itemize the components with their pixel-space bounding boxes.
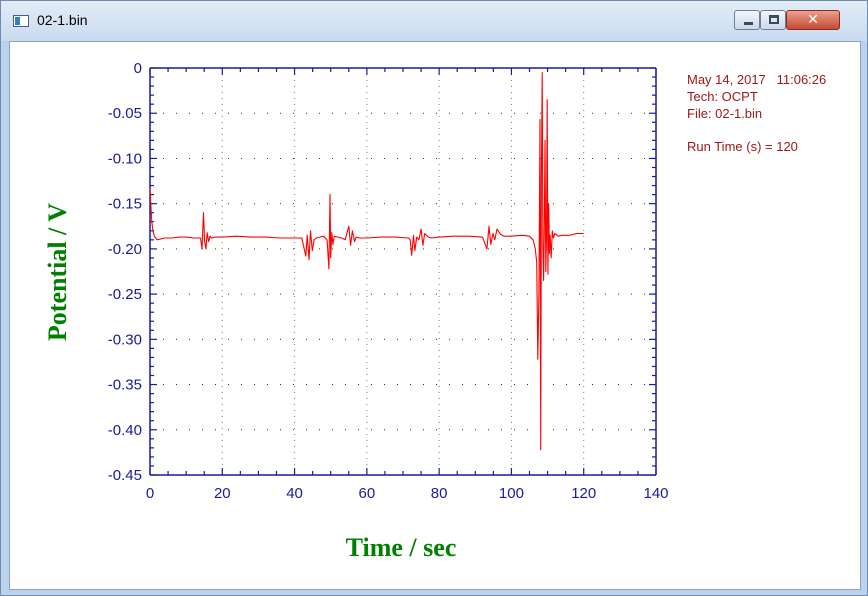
y-tick-label: -0.05 (108, 105, 142, 122)
x-tick-label: 140 (643, 485, 668, 502)
y-tick-label: -0.45 (108, 467, 142, 484)
maximize-icon (761, 11, 785, 29)
y-tick-label: -0.15 (108, 196, 142, 213)
grid (150, 68, 656, 475)
potential-series-line (149, 71, 584, 451)
maximize-button[interactable] (760, 10, 786, 30)
x-tick-label: 0 (146, 485, 154, 502)
file-label: File: 02-1.bin (687, 106, 763, 121)
x-tick-label: 100 (499, 485, 524, 502)
axes (149, 67, 657, 476)
application-window: 02-1.bin ✕ 0 20 40 60 80 100 120 140 0 -0.05 -0.10… (0, 0, 868, 596)
run-date-time: May 14, 2017 11:06:26 (687, 72, 827, 87)
run-time-label: Run Time (s) = 120 (687, 139, 798, 154)
y-tick-label: -0.40 (108, 422, 142, 439)
chart: 0 20 40 60 80 100 120 140 0 -0.05 -0.10 -0.15 -0.20 -… (43, 60, 669, 562)
tick-labels: 0 20 40 60 80 100 120 140 0 -0.05 -0.10 -0.15 -0.20 -… (108, 60, 669, 502)
y-tick-label: -0.10 (108, 150, 142, 167)
title-bar[interactable]: 02-1.bin ✕ (1, 1, 867, 41)
tick-marks (149, 67, 657, 476)
y-axis-label: Potential / V (43, 203, 72, 341)
y-tick-label: -0.25 (108, 286, 142, 303)
window-title: 02-1.bin (37, 12, 88, 28)
y-tick-label: 0 (134, 60, 142, 77)
y-tick-label: -0.30 (108, 331, 142, 348)
y-tick-label: -0.35 (108, 377, 142, 394)
x-tick-label: 60 (359, 485, 376, 502)
plot-area: 0 20 40 60 80 100 120 140 0 -0.05 -0.10 -0.15 -0.20 -… (9, 41, 861, 590)
x-tick-label: 40 (286, 485, 303, 502)
minimize-icon (735, 11, 759, 29)
y-tick-label: -0.20 (108, 241, 142, 258)
x-tick-label: 20 (214, 485, 231, 502)
minimize-button[interactable] (734, 10, 760, 30)
x-tick-label: 120 (571, 485, 596, 502)
close-button[interactable]: ✕ (786, 10, 840, 30)
series (149, 71, 584, 451)
x-tick-label: 80 (431, 485, 448, 502)
technique-label: Tech: OCPT (687, 89, 758, 104)
close-icon: ✕ (807, 12, 819, 28)
window-icon (13, 15, 29, 27)
x-axis-label: Time / sec (346, 533, 457, 562)
